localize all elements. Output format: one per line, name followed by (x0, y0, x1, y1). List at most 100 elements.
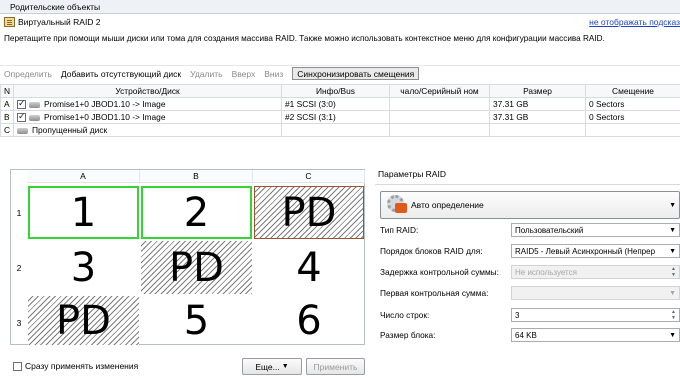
row-letter: C (0, 123, 14, 137)
chevron-down-icon: ▼ (281, 363, 289, 370)
info-cell: #1 SCSI (3:0) (281, 97, 390, 111)
raid-parameters-panel: Параметры RAID Авто определение ▼ Тип RA… (375, 166, 680, 378)
raid-header: Виртуальный RAID 2 не отображать подсказ… (0, 14, 680, 44)
chevron-down-icon: ▼ (669, 289, 676, 297)
row-count-stepper[interactable]: 3 ▲ ▼ (511, 308, 680, 322)
disk-toolbar: Определить Добавить отсутствующий диск У… (0, 65, 680, 81)
hard-disk-icon (17, 127, 28, 134)
define-button[interactable]: Определить (4, 69, 52, 79)
block-order-label: Порядок блоков RAID для: (380, 246, 483, 256)
block-order-row: Порядок блоков RAID для: RAID5 - Левый А… (380, 243, 680, 259)
block-order-dropdown[interactable]: RAID5 - Левый Асинхронный (Непрер ▼ (511, 244, 680, 258)
panel-title: Родительские объекты (0, 0, 680, 14)
first-parity-row: Первая контрольная сумма: ▼ (380, 285, 680, 301)
serial-cell (389, 97, 490, 111)
raid-title: Виртуальный RAID 2 (4, 17, 101, 27)
table-row[interactable]: A Promise1+0 JBOD1.10 -> Image #1 SCSI (… (0, 97, 680, 111)
column-header-info[interactable]: Инфо/Bus (281, 84, 390, 98)
column-header-device[interactable]: Устройство/Диск (13, 84, 282, 98)
array-column-b: B (140, 170, 253, 183)
array-column-c: C (253, 170, 365, 183)
offset-cell[interactable]: 0 Sectors (585, 97, 680, 111)
array-block-b1[interactable]: 2 (141, 186, 252, 239)
device-name: Пропущенный диск (32, 125, 108, 135)
gear-disk-icon (387, 195, 407, 215)
move-down-button[interactable]: Вниз (264, 69, 283, 79)
chevron-down-icon: ▼ (669, 202, 676, 209)
hide-hint-link[interactable]: не отображать подсказ (589, 17, 680, 27)
offset-cell (585, 123, 680, 137)
parity-delay-stepper[interactable]: Не используется ▲ ▼ (511, 265, 680, 279)
array-row-1: 1 (16, 208, 22, 218)
row-count-value: 3 (515, 310, 520, 320)
hard-disk-icon (29, 114, 40, 121)
array-row-2: 2 (16, 263, 22, 273)
serial-cell (389, 123, 490, 137)
raid-name: Виртуальный RAID 2 (18, 17, 101, 27)
table-row[interactable]: B Promise1+0 JBOD1.10 -> Image #2 SCSI (… (0, 110, 680, 124)
array-block-c3[interactable]: 6 (254, 296, 364, 345)
info-cell: #2 SCSI (3:1) (281, 110, 390, 124)
table-header-row: N Устройство/Диск Инфо/Bus чало/Серийный… (0, 84, 680, 98)
raid-parameters-title: Параметры RAID (378, 169, 446, 179)
table-row[interactable]: C Пропущенный диск (0, 123, 680, 137)
row-letter: A (0, 97, 14, 111)
array-parity-c1[interactable]: PD (254, 186, 364, 239)
row-count-label: Число строк: (380, 310, 430, 320)
apply-immediately-option[interactable]: Сразу применять изменения (13, 361, 138, 371)
size-cell (489, 123, 586, 137)
auto-detect-button[interactable]: Авто определение ▼ (380, 191, 680, 219)
hard-disk-icon (29, 101, 40, 108)
more-button-label: Еще... (255, 361, 280, 372)
drag-hint: Перетащите при помощи мыши диски или том… (4, 34, 605, 43)
block-size-label: Размер блока: (380, 330, 436, 340)
array-parity-b2[interactable]: PD (141, 241, 252, 294)
spin-arrows-icon: ▲ ▼ (671, 309, 676, 321)
block-size-dropdown[interactable]: 64 KB ▼ (511, 328, 680, 342)
raid-type-value: Пользовательский (515, 225, 584, 235)
move-up-button[interactable]: Вверх (232, 69, 256, 79)
array-block-b3[interactable]: 5 (141, 296, 252, 345)
first-parity-label: Первая контрольная сумма: (380, 288, 489, 298)
size-cell: 37.31 GB (489, 110, 586, 124)
disk-table: N Устройство/Диск Инфо/Bus чало/Серийный… (0, 84, 680, 137)
array-parity-a3[interactable]: PD (28, 296, 139, 345)
disk-a-checkbox[interactable] (17, 99, 26, 110)
apply-button[interactable]: Применить (306, 358, 365, 375)
raid-array-view: A B C 1 2 3 1 2 PD 3 PD 4 PD 5 6 (10, 169, 365, 345)
raid-type-row: Тип RAID: Пользовательский ▼ (380, 222, 680, 238)
array-block-a2[interactable]: 3 (28, 241, 139, 294)
parity-delay-row: Задержка контрольной суммы: Не используе… (380, 264, 680, 280)
more-button[interactable]: Еще... ▼ (242, 358, 302, 375)
section-divider (375, 184, 680, 185)
device-cell: Пропущенный диск (13, 123, 282, 137)
info-cell (281, 123, 390, 137)
parity-delay-label: Задержка контрольной суммы: (380, 267, 499, 277)
row-letter: B (0, 110, 14, 124)
array-block-a1[interactable]: 1 (28, 186, 139, 239)
apply-immediately-checkbox[interactable] (13, 361, 22, 371)
spin-arrows-icon: ▲ ▼ (671, 266, 676, 278)
add-missing-disk-button[interactable]: Добавить отсутствующий диск (61, 69, 181, 79)
auto-detect-label: Авто определение (411, 200, 484, 210)
column-header-offset[interactable]: Смещение (585, 84, 680, 98)
apply-immediately-label: Сразу применять изменения (25, 361, 139, 371)
column-header-serial[interactable]: чало/Серийный ном (389, 84, 490, 98)
first-parity-dropdown[interactable]: ▼ (511, 286, 680, 300)
device-cell: Promise1+0 JBOD1.10 -> Image (13, 97, 282, 111)
serial-cell (389, 110, 490, 124)
raid-type-dropdown[interactable]: Пользовательский ▼ (511, 223, 680, 237)
offset-cell[interactable]: 0 Sectors (585, 110, 680, 124)
disk-b-checkbox[interactable] (17, 112, 26, 123)
column-header-n[interactable]: N (0, 84, 14, 98)
raid-type-label: Тип RAID: (380, 225, 419, 235)
size-cell: 37.31 GB (489, 97, 586, 111)
parity-delay-value: Не используется (515, 267, 577, 277)
row-count-row: Число строк: 3 ▲ ▼ (380, 307, 680, 323)
delete-button[interactable]: Удалить (190, 69, 222, 79)
array-block-c2[interactable]: 4 (254, 241, 364, 294)
chevron-down-icon: ▼ (669, 331, 676, 339)
sync-offsets-button[interactable]: Синхронизировать смещения (292, 67, 420, 80)
column-header-size[interactable]: Размер (489, 84, 586, 98)
device-name: Promise1+0 JBOD1.10 -> Image (44, 98, 166, 109)
